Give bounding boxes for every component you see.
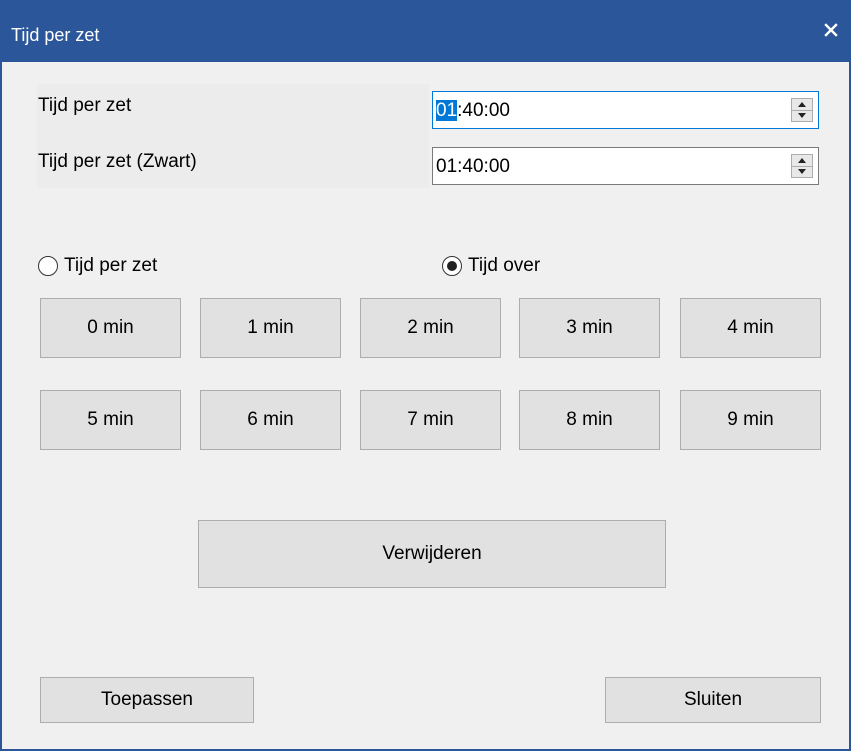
radio-time-left[interactable]: Tijd over	[442, 254, 540, 278]
close-button[interactable]: Sluiten	[605, 677, 821, 723]
time-per-move-label: Tijd per zet	[38, 95, 132, 116]
close-icon[interactable]	[817, 16, 845, 44]
time-per-move-value-rest: :40:00	[457, 100, 510, 121]
preset-button-6[interactable]: 6 min	[200, 390, 341, 450]
radio-time-per-move-label: Tijd per zet	[64, 255, 158, 276]
preset-button-7[interactable]: 7 min	[360, 390, 501, 450]
radio-time-per-move[interactable]: Tijd per zet	[38, 254, 157, 278]
spin-down-icon[interactable]	[792, 166, 812, 177]
apply-button[interactable]: Toepassen	[40, 677, 254, 723]
time-per-move-black-field[interactable]: 01:40:00	[432, 147, 819, 185]
time-per-move-value: 01:40:00	[436, 99, 510, 123]
preset-button-5[interactable]: 5 min	[40, 390, 181, 450]
preset-button-8[interactable]: 8 min	[519, 390, 660, 450]
time-per-move-hours-selected: 01	[436, 100, 458, 121]
preset-button-0[interactable]: 0 min	[40, 298, 181, 358]
preset-button-2[interactable]: 2 min	[360, 298, 501, 358]
time-per-move-black-spinner[interactable]	[791, 154, 813, 178]
time-per-move-dialog: Tijd per zet Tijd per zet 01:40:00 Tijd …	[0, 0, 851, 751]
time-per-move-black-label: Tijd per zet (Zwart)	[38, 151, 197, 172]
spin-down-icon[interactable]	[792, 110, 812, 121]
window-title: Tijd per zet	[11, 25, 100, 45]
radio-time-left-label: Tijd over	[468, 255, 541, 276]
preset-button-3[interactable]: 3 min	[519, 298, 660, 358]
title-bar: Tijd per zet	[2, 0, 851, 62]
preset-button-4[interactable]: 4 min	[680, 298, 821, 358]
preset-button-1[interactable]: 1 min	[200, 298, 341, 358]
remove-button[interactable]: Verwijderen	[198, 520, 666, 588]
time-per-move-spinner[interactable]	[791, 98, 813, 122]
radio-circle-icon	[38, 256, 58, 276]
radio-selected-icon	[442, 256, 462, 276]
time-per-move-black-value: 01:40:00	[436, 156, 510, 177]
preset-button-9[interactable]: 9 min	[680, 390, 821, 450]
time-per-move-field[interactable]: 01:40:00	[432, 91, 819, 129]
